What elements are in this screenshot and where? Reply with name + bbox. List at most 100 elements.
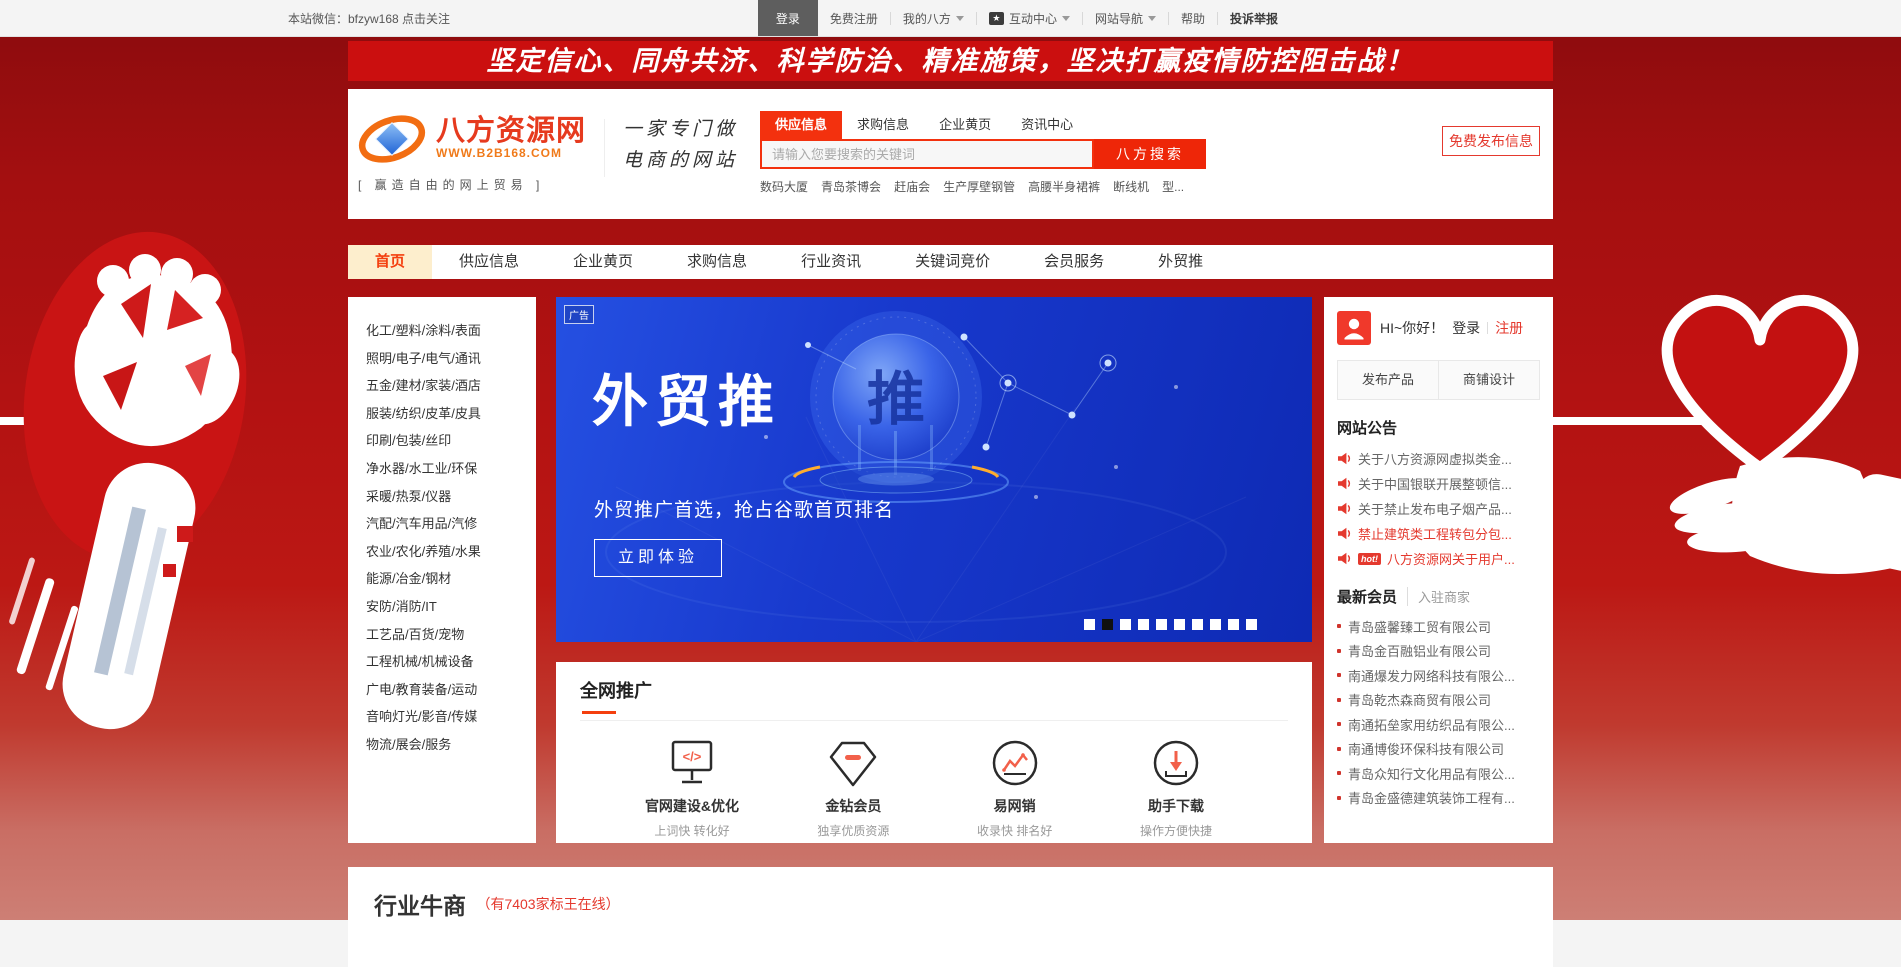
fist-illustration <box>3 217 267 738</box>
search-tab-demand[interactable]: 求购信息 <box>842 111 924 139</box>
member-item[interactable]: 青岛众知行文化用品有限公... <box>1337 761 1540 786</box>
hot-keyword[interactable]: 青岛茶博会 <box>821 178 881 195</box>
announcement-item[interactable]: hot! 八方资源网关于用户... <box>1337 546 1540 571</box>
carousel-dot[interactable] <box>1246 619 1257 630</box>
site-logo[interactable]: 八方资源网 WWW.B2B168.COM [ 赢造自由的网上贸易 ] <box>358 109 586 219</box>
shop-design-button[interactable]: 商铺设计 <box>1438 361 1539 399</box>
site-url: WWW.B2B168.COM <box>436 146 586 160</box>
member-item[interactable]: 南通拓垒家用纺织品有限公... <box>1337 712 1540 737</box>
members-list: 青岛盛馨臻工贸有限公司 青岛金百融铝业有限公司 南通爆发力网络科技有限公... … <box>1337 614 1540 810</box>
category-link[interactable]: 采暖/热泵/仪器 <box>366 483 536 511</box>
member-item[interactable]: 南通爆发力网络科技有限公... <box>1337 663 1540 688</box>
complaint-link[interactable]: 投诉举报 <box>1218 0 1290 36</box>
promo-item-yiwangxiao[interactable]: 易网销 收录快 排名好 <box>949 737 1081 839</box>
category-link[interactable]: 五金/建材/家装/酒店 <box>366 372 536 400</box>
category-link[interactable]: 农业/农化/养殖/水果 <box>366 538 536 566</box>
carousel-dot[interactable] <box>1138 619 1149 630</box>
carousel-dot-active[interactable] <box>1102 619 1113 630</box>
login-button[interactable]: 登录 <box>758 0 818 36</box>
carousel-artwork: 推 <box>556 297 1312 642</box>
logo-swirl-icon <box>358 109 432 167</box>
announcement-item[interactable]: 关于八方资源网虚拟类金... <box>1337 446 1540 471</box>
announcement-item[interactable]: 关于禁止发布电子烟产品... <box>1337 496 1540 521</box>
my-bafang-menu[interactable]: 我的八方 <box>891 0 976 36</box>
banner-title: 外贸推 <box>592 357 781 438</box>
category-link[interactable]: 照明/电子/电气/通讯 <box>366 345 536 373</box>
carousel-dot[interactable] <box>1192 619 1203 630</box>
category-link[interactable]: 能源/冶金/钢材 <box>366 565 536 593</box>
nav-item-yellowpages[interactable]: 企业黄页 <box>546 245 660 279</box>
nav-item-supply[interactable]: 供应信息 <box>432 245 546 279</box>
site-nav-menu[interactable]: 网站导航 <box>1083 0 1168 36</box>
search-button[interactable]: 八方搜索 <box>1094 139 1206 169</box>
wechat-label[interactable]: 本站微信：bfzyw168 点击关注 <box>288 10 450 27</box>
member-item[interactable]: 青岛乾杰森商贸有限公司 <box>1337 688 1540 713</box>
nav-item-keyword-bidding[interactable]: 关键词竞价 <box>888 245 1017 279</box>
members-title: 最新会员 <box>1337 586 1397 607</box>
hero-carousel[interactable]: 推 广告 <box>556 297 1312 642</box>
panel-login-link[interactable]: 登录 <box>1452 318 1480 338</box>
carousel-dot[interactable] <box>1084 619 1095 630</box>
hot-keyword[interactable]: 断线机 <box>1113 178 1149 195</box>
hot-keyword[interactable]: 赶庙会 <box>894 178 930 195</box>
carousel-dot[interactable] <box>1156 619 1167 630</box>
member-item[interactable]: 青岛金百融铝业有限公司 <box>1337 639 1540 664</box>
member-item[interactable]: 青岛盛馨臻工贸有限公司 <box>1337 614 1540 639</box>
search-tab-news[interactable]: 资讯中心 <box>1006 111 1088 139</box>
announcement-text: 关于禁止发布电子烟产品... <box>1358 499 1512 518</box>
carousel-dot[interactable] <box>1174 619 1185 630</box>
free-publish-button[interactable]: 免费发布信息 <box>1442 126 1540 156</box>
promo-item-website[interactable]: </> 官网建设&优化 上词快 转化好 <box>626 737 758 839</box>
category-link[interactable]: 工艺品/百货/宠物 <box>366 621 536 649</box>
speaker-icon <box>1337 552 1352 565</box>
category-link[interactable]: 广电/教育装备/运动 <box>366 676 536 704</box>
hot-keyword[interactable]: 型... <box>1162 178 1184 195</box>
announcements-title: 网站公告 <box>1337 417 1540 438</box>
register-link[interactable]: 免费注册 <box>818 0 890 36</box>
panel-register-link[interactable]: 注册 <box>1495 318 1523 338</box>
publish-product-button[interactable]: 发布产品 <box>1338 361 1438 399</box>
speaker-icon <box>1337 477 1352 490</box>
promo-item-assistant-download[interactable]: 助手下载 操作方便快捷 <box>1110 737 1242 839</box>
interaction-center-menu[interactable]: ★ 互动中心 <box>977 0 1082 36</box>
carousel-dot[interactable] <box>1210 619 1221 630</box>
nav-item-member-service[interactable]: 会员服务 <box>1017 245 1131 279</box>
category-link[interactable]: 印刷/包装/丝印 <box>366 427 536 455</box>
search-input[interactable] <box>760 139 1094 169</box>
category-link[interactable]: 安防/消防/IT <box>366 593 536 621</box>
search-tab-yellowpages[interactable]: 企业黄页 <box>924 111 1006 139</box>
help-link[interactable]: 帮助 <box>1169 0 1217 36</box>
industry-panel: 行业牛商 （有7403家标王在线） <box>348 867 1553 967</box>
hot-keyword[interactable]: 生产厚壁钢管 <box>943 178 1015 195</box>
nav-item-news[interactable]: 行业资讯 <box>774 245 888 279</box>
search-area: 供应信息 求购信息 企业黄页 资讯中心 八方搜索 数码大厦 青岛茶博会 赶庙会 … <box>760 111 1212 219</box>
banner-cta-button[interactable]: 立即体验 <box>594 539 722 577</box>
category-link[interactable]: 服装/纺织/皮革/皮具 <box>366 400 536 428</box>
user-icon <box>1337 311 1371 345</box>
search-tab-supply[interactable]: 供应信息 <box>760 111 842 139</box>
member-item[interactable]: 南通博俊环保科技有限公司 <box>1337 737 1540 762</box>
nav-item-demand[interactable]: 求购信息 <box>660 245 774 279</box>
bullet-icon <box>1337 796 1341 800</box>
announcement-text: 关于八方资源网虚拟类金... <box>1358 449 1512 468</box>
carousel-dot[interactable] <box>1120 619 1131 630</box>
site-tagline: 一家专门做 电商的网站 <box>623 114 738 219</box>
hot-keyword[interactable]: 数码大厦 <box>760 178 808 195</box>
nav-item-home[interactable]: 首页 <box>348 245 432 279</box>
members-tab[interactable]: 入驻商家 <box>1407 587 1470 606</box>
member-item[interactable]: 青岛金盛德建筑装饰工程有... <box>1337 786 1540 811</box>
announcement-item[interactable]: 禁止建筑类工程转包分包... <box>1337 521 1540 546</box>
category-link[interactable]: 净水器/水工业/环保 <box>366 455 536 483</box>
category-link[interactable]: 工程机械/机械设备 <box>366 648 536 676</box>
category-link[interactable]: 汽配/汽车用品/汽修 <box>366 510 536 538</box>
carousel-dot[interactable] <box>1228 619 1239 630</box>
promo-item-diamond-member[interactable]: 金钻会员 独享优质资源 <box>787 737 919 839</box>
category-link[interactable]: 物流/展会/服务 <box>366 731 536 759</box>
category-link[interactable]: 音响灯光/影音/传媒 <box>366 703 536 731</box>
nav-item-waimaotui[interactable]: 外贸推 <box>1131 245 1230 279</box>
announcement-item[interactable]: 关于中国银联开展整顿信... <box>1337 471 1540 496</box>
hot-keyword[interactable]: 高腰半身裙裤 <box>1028 178 1100 195</box>
promo-panel: 全网推广 </> 官网建设&优化 上词快 转化好 <box>556 662 1312 843</box>
category-link[interactable]: 化工/塑料/涂料/表面 <box>366 317 536 345</box>
content-row: 化工/塑料/涂料/表面 照明/电子/电气/通讯 五金/建材/家装/酒店 服装/纺… <box>348 297 1553 843</box>
